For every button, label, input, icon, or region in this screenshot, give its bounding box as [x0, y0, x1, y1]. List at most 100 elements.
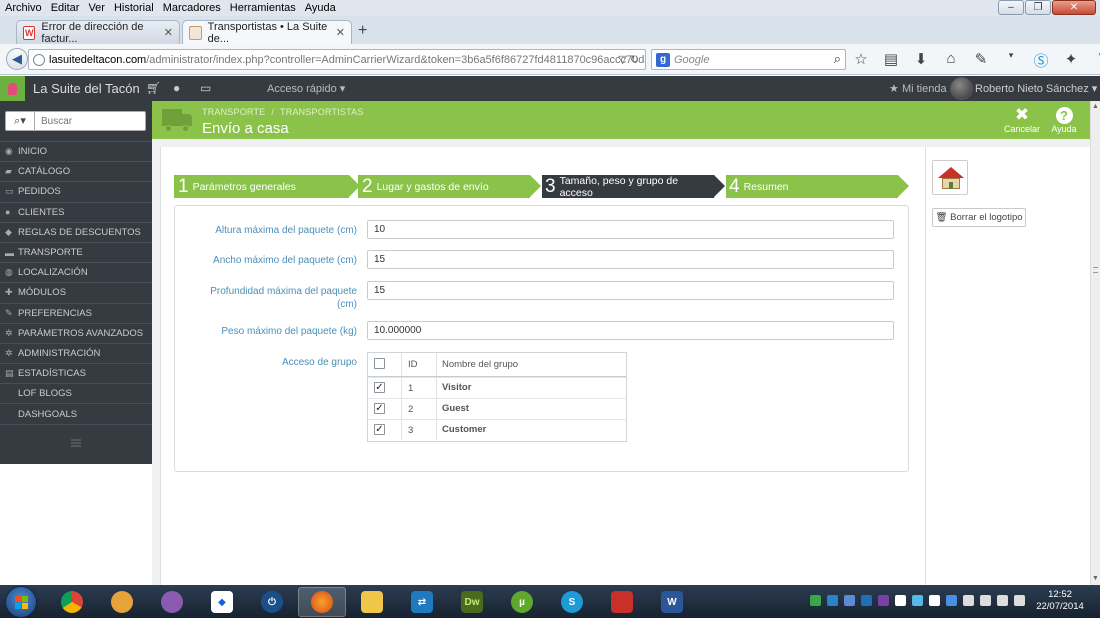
menu-archivo[interactable]: Archivo	[0, 2, 46, 14]
menu-editar[interactable]: Editar	[46, 2, 84, 14]
sidebar-item-módulos[interactable]: ✚ MÓDULOS	[0, 282, 152, 302]
search-icon[interactable]: ⌕	[834, 51, 841, 67]
user-icon[interactable]: ●	[173, 81, 180, 95]
select-all-checkbox[interactable]	[374, 358, 385, 369]
page-scrollbar[interactable]: ▲ ▼	[1090, 101, 1100, 585]
max-width-input[interactable]	[367, 250, 894, 269]
web-search-input[interactable]: g Google ⌕	[651, 49, 846, 70]
menu-herramientas[interactable]: Herramientas	[225, 2, 300, 14]
scroll-down-icon[interactable]: ▼	[1092, 575, 1099, 582]
sidebar-item-administración[interactable]: ✲ ADMINISTRACIÓN	[0, 342, 152, 363]
quick-access-dropdown[interactable]: Acceso rápido ▾	[267, 82, 345, 95]
max-height-input[interactable]	[367, 220, 894, 239]
sidebar-item-estadísticas[interactable]: ▤ ESTADÍSTICAS	[0, 363, 152, 383]
sidebar-item-parámetros-avanzados[interactable]: ✲ PARÁMETROS AVANZADOS	[0, 322, 152, 343]
wizard-step-2[interactable]: 2 Lugar y gastos de envío	[358, 175, 541, 198]
wizard-step-3[interactable]: 3 Tamaño, peso y grupo de acceso	[542, 175, 725, 199]
download-icon[interactable]: ⬇	[912, 50, 930, 71]
taskbar-firefox[interactable]	[298, 587, 346, 617]
taskbar-clock[interactable]: 12:52 22/07/2014	[1024, 589, 1096, 613]
breadcrumb-transporte[interactable]: TRANSPORTE	[202, 107, 265, 117]
max-depth-input[interactable]	[367, 281, 894, 300]
sidebar-item-preferencias[interactable]: ✎ PREFERENCIAS	[0, 302, 152, 323]
sidebar-item-localización[interactable]: ◍ LOCALIZACIÓN	[0, 262, 152, 282]
collapse-menu-icon[interactable]	[71, 438, 81, 447]
taskbar-word[interactable]: W	[648, 587, 696, 617]
sidebar-item-inicio[interactable]: ◉ INICIO	[0, 141, 152, 161]
taskbar-media[interactable]	[148, 587, 196, 617]
wizard-step-1[interactable]: 1 Parámetros generales	[174, 175, 360, 198]
taskbar-filezilla[interactable]	[598, 587, 646, 617]
volume-icon[interactable]	[980, 595, 991, 606]
cart-icon[interactable]: 🛒︎	[146, 81, 161, 95]
breadcrumb-transportistas[interactable]: TRANSPORTISTAS	[280, 107, 363, 117]
sidebar-item-clientes[interactable]: ● CLIENTES	[0, 201, 152, 222]
max-weight-input[interactable]	[367, 321, 894, 340]
tray-app-icon[interactable]	[827, 595, 838, 606]
tray-app-icon[interactable]	[946, 595, 957, 606]
sidebar-item-dashgoals[interactable]: DASHGOALS	[0, 403, 152, 423]
taskbar-dropbox[interactable]: ◆	[198, 587, 246, 617]
url-input[interactable]: lasuitedeltacon.com /administrator/index…	[28, 49, 646, 70]
bookmark-star-icon[interactable]: ☆	[852, 50, 870, 71]
group-guest-checkbox[interactable]: ✓	[374, 403, 385, 414]
sidebar-item-transporte[interactable]: ▬ TRANSPORTE	[0, 241, 152, 262]
chat-icon[interactable]: ▭	[200, 81, 211, 95]
tools-icon[interactable]: ✎	[972, 50, 990, 71]
close-tab-icon[interactable]: ✕	[336, 26, 345, 39]
tray-app-icon[interactable]	[929, 595, 940, 606]
minimize-button[interactable]: –	[998, 0, 1024, 15]
tray-app-icon[interactable]	[861, 595, 872, 606]
delete-logo-button[interactable]: 🗑︎ Borrar el logotipo	[932, 208, 1026, 227]
taskbar-chrome[interactable]	[48, 587, 96, 617]
home-icon[interactable]: ⌂	[942, 50, 960, 71]
tray-app-icon[interactable]	[844, 595, 855, 606]
skype-icon[interactable]: Ⓢ	[1032, 50, 1050, 71]
prestashop-logo-icon[interactable]	[0, 76, 25, 101]
shop-name[interactable]: La Suite del Tacón	[33, 81, 140, 96]
addon-icon[interactable]: ✦	[1062, 50, 1080, 71]
dropdown-icon[interactable]: ▾	[1002, 50, 1020, 71]
taskbar-explorer[interactable]	[348, 587, 396, 617]
sidebar-item-pedidos[interactable]: ▭ PEDIDOS	[0, 181, 152, 201]
taskbar-dreamweaver[interactable]: Dw	[448, 587, 496, 617]
scroll-up-icon[interactable]: ▲	[1092, 103, 1099, 110]
menu-marcadores[interactable]: Marcadores	[158, 2, 225, 14]
tray-app-icon[interactable]	[912, 595, 923, 606]
flag-icon[interactable]	[997, 595, 1008, 606]
wizard-step-4[interactable]: 4 Resumen	[726, 175, 909, 198]
help-button[interactable]: ? Ayuda	[1044, 105, 1084, 134]
tab-transportistas[interactable]: Transportistas • La Suite de... ✕	[182, 20, 352, 45]
taskbar-power[interactable]: ⏻	[248, 587, 296, 617]
onenote-icon[interactable]	[878, 595, 889, 606]
back-button[interactable]: ◀	[6, 48, 28, 70]
my-shop-link[interactable]: ★ Mi tienda	[889, 82, 947, 95]
menu-ver[interactable]: Ver	[83, 2, 109, 14]
taskbar-utorrent[interactable]: µ	[498, 587, 546, 617]
tab-error-direccion[interactable]: W Error de dirección de factur... ✕	[16, 20, 180, 45]
group-visitor-checkbox[interactable]: ✓	[374, 382, 385, 393]
menu-historial[interactable]: Historial	[109, 2, 158, 14]
new-tab-icon[interactable]: +	[358, 22, 367, 40]
maximize-button[interactable]: ❐	[1025, 0, 1051, 15]
network-icon[interactable]	[963, 595, 974, 606]
group-customer-checkbox[interactable]: ✓	[374, 424, 385, 435]
sidebar-item-reglas-de-descuentos[interactable]: ◆ REGLAS DE DESCUENTOS	[0, 221, 152, 242]
dropdown-icon[interactable]: ▾	[1092, 50, 1100, 71]
scroll-grip[interactable]	[1093, 267, 1098, 273]
reload-icon[interactable]: ▽ ↻	[618, 53, 639, 66]
start-button[interactable]	[5, 586, 37, 618]
sidebar-search-input[interactable]	[35, 111, 146, 131]
cancel-button[interactable]: ✖ Cancelar	[1002, 105, 1042, 134]
tray-app-icon[interactable]	[810, 595, 821, 606]
tray-app-icon[interactable]	[895, 595, 906, 606]
taskbar-transfer[interactable]: ⇄	[398, 587, 446, 617]
taskbar-skype[interactable]: S	[548, 587, 596, 617]
avatar[interactable]	[950, 77, 973, 100]
menu-ayuda[interactable]: Ayuda	[300, 2, 340, 14]
taskbar-paint[interactable]	[98, 587, 146, 617]
user-menu[interactable]: Roberto Nieto Sánchez ▾	[975, 82, 1097, 95]
close-window-button[interactable]: ✕	[1052, 0, 1096, 15]
sidebar-item-catálogo[interactable]: ▰ CATÁLOGO	[0, 161, 152, 181]
search-dropdown-button[interactable]: ⌕▾	[5, 111, 35, 131]
